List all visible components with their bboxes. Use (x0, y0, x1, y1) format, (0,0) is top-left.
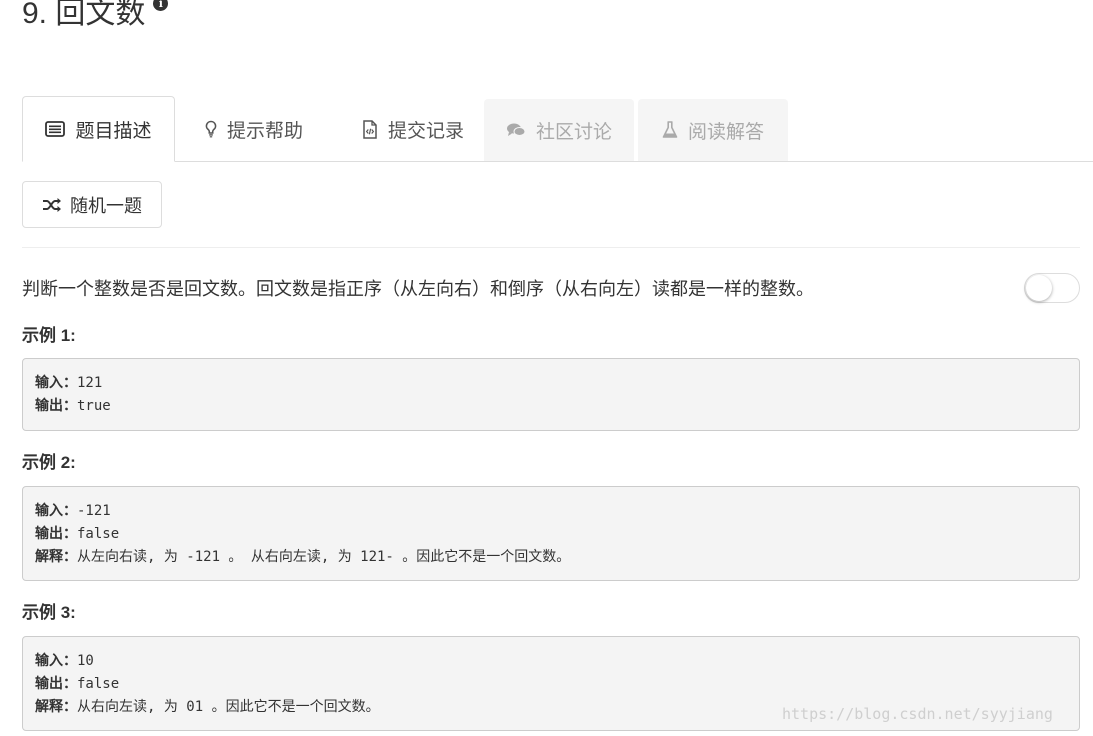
input-value: 121 (77, 375, 103, 391)
shuffle-icon (42, 197, 62, 213)
input-value: -121 (77, 503, 111, 519)
input-label: 输入： (35, 503, 77, 519)
input-value: 10 (77, 653, 94, 669)
tab-label: 提交记录 (387, 120, 464, 142)
info-circle-icon[interactable]: i (153, 0, 169, 11)
tab-discuss[interactable]: 社区讨论 (484, 99, 634, 161)
problem-title-text: 9. 回文数 (22, 0, 146, 30)
example-title: 示例 1: (22, 326, 76, 345)
example-title: 示例 3: (22, 603, 76, 622)
watermark: https://blog.csdn.net/syyjiang (782, 705, 1053, 723)
file-code-icon (362, 119, 378, 139)
explain-label: 解释： (35, 699, 77, 715)
output-label: 输出： (35, 526, 77, 542)
output-label: 输出： (35, 676, 77, 692)
tab-submissions[interactable]: 提交记录 (338, 96, 488, 162)
toggle-knob (1026, 275, 1052, 301)
tab-bar: 题目描述 提示帮助 提交记录 社区讨论 阅读解答 (22, 96, 1093, 162)
random-question-button[interactable]: 随机一题 (22, 181, 162, 228)
explain-label: 解释： (35, 549, 77, 565)
output-label: 输出： (35, 398, 77, 414)
output-value: true (77, 398, 111, 414)
tab-solution[interactable]: 阅读解答 (638, 99, 788, 161)
input-label: 输入： (35, 375, 77, 391)
example-code-block: 输入：121 输出：true (22, 358, 1080, 431)
explain-value: 从右向左读, 为 01 。因此它不是一个回文数。 (77, 699, 380, 715)
divider (22, 247, 1080, 248)
problem-description: 判断一个整数是否是回文数。回文数是指正序（从左向右）和倒序（从右向左）读都是一样… (22, 279, 814, 299)
example-code-block: 输入：-121 输出：false 解释：从左向右读, 为 -121 。 从右向左… (22, 486, 1080, 581)
tab-hints[interactable]: 提示帮助 (188, 96, 320, 162)
flask-icon (662, 121, 678, 139)
example-title: 示例 2: (22, 453, 76, 472)
list-alt-icon (45, 121, 66, 137)
tab-label: 阅读解答 (687, 121, 764, 143)
tab-label: 题目描述 (75, 120, 152, 142)
random-question-label: 随机一题 (70, 195, 142, 216)
tab-label: 社区讨论 (535, 121, 612, 143)
input-label: 输入： (35, 653, 77, 669)
explain-value: 从左向右读, 为 -121 。 从右向左读, 为 121- 。因此它不是一个回文… (77, 549, 571, 565)
lightbulb-icon (205, 120, 217, 138)
tab-description[interactable]: 题目描述 (22, 96, 175, 162)
problem-title: 9. 回文数 i (22, 0, 169, 34)
toggle-switch[interactable] (1024, 273, 1080, 303)
comments-icon (506, 122, 526, 138)
tab-label: 提示帮助 (226, 120, 303, 142)
output-value: false (77, 676, 120, 692)
output-value: false (77, 526, 120, 542)
